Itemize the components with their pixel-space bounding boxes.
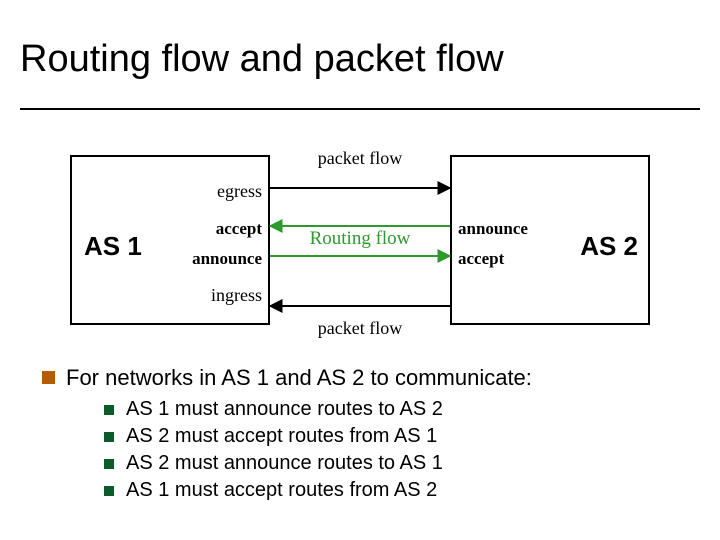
lead-line: For networks in AS 1 and AS 2 to communi… xyxy=(40,364,690,392)
bullet-1: AS 1 must announce routes to AS 2 xyxy=(104,398,690,421)
diagram-center: packet flow Routing flow packet flow xyxy=(270,140,450,340)
lead-for: For xyxy=(66,365,99,390)
bullet-3: AS 2 must announce routes to AS 1 xyxy=(104,452,690,475)
packet-flow-bottom-label: packet flow xyxy=(270,318,450,339)
title-underline xyxy=(20,108,700,110)
as2-announce-label: announce xyxy=(458,219,528,239)
routing-flow-label: Routing flow xyxy=(270,228,450,250)
lead-rest: networks in AS 1 and AS 2 to communicate… xyxy=(99,365,532,390)
as1-label: AS 1 xyxy=(84,231,142,262)
bullet-4: AS 1 must accept routes from AS 2 xyxy=(104,479,690,502)
as1-ingress-label: ingress xyxy=(211,285,262,306)
as2-box: announce accept AS 2 xyxy=(450,155,650,325)
as1-box: AS 1 egress accept announce ingress xyxy=(70,155,270,325)
as1-announce-label: announce xyxy=(192,249,262,269)
body-text: For networks in AS 1 and AS 2 to communi… xyxy=(40,364,690,506)
as2-accept-label: accept xyxy=(458,249,504,269)
packet-flow-top-label: packet flow xyxy=(270,148,450,169)
bullet-2: AS 2 must accept routes from AS 1 xyxy=(104,425,690,448)
as2-label: AS 2 xyxy=(580,231,638,262)
as1-accept-label: accept xyxy=(216,219,262,239)
as1-egress-label: egress xyxy=(217,181,262,202)
slide: Routing flow and packet flow AS 1 egress… xyxy=(0,0,720,540)
slide-title: Routing flow and packet flow xyxy=(20,38,504,81)
routing-diagram: AS 1 egress accept announce ingress anno… xyxy=(70,140,650,350)
